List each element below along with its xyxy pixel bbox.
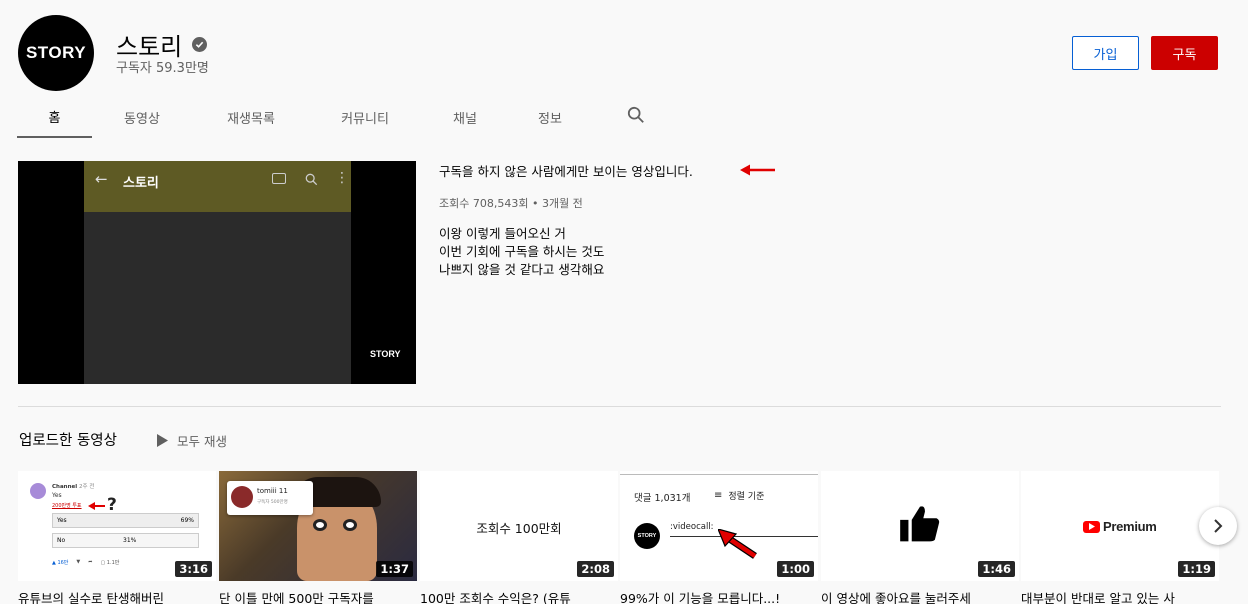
video-title[interactable]: 100만 조회수 수익은? (유튜 bbox=[420, 588, 618, 604]
thumb-text: 조회수 100만회 bbox=[476, 521, 562, 536]
video-thumbnail[interactable]: 조회수 100만회 2:08 bbox=[420, 471, 618, 581]
chevron-right-icon bbox=[1214, 519, 1223, 533]
channel-avatar[interactable]: STORY bbox=[18, 15, 94, 91]
featured-thumb-phone: ← 스토리 ⋮ bbox=[84, 161, 351, 384]
video-card[interactable]: 댓글 1,031개 ≡ 정렬 기준 STORY :videocall: 1:00 … bbox=[620, 471, 818, 604]
tab-home[interactable]: 홈 bbox=[17, 96, 92, 138]
play-all-label: 모두 재생 bbox=[177, 434, 227, 449]
video-card[interactable]: 조회수 100만회 2:08 100만 조회수 수익은? (유튜 bbox=[420, 471, 618, 604]
search-icon bbox=[305, 171, 318, 190]
video-card[interactable]: tomiii 11 구독자 500만명 1:37 단 이틀 만에 500만 구독… bbox=[219, 471, 417, 604]
next-arrow-button[interactable] bbox=[1199, 507, 1237, 545]
featured-video-player[interactable]: ← 스토리 ⋮ STORY bbox=[18, 161, 416, 384]
description-line: 이번 기회에 구독을 하시는 것도 bbox=[439, 244, 605, 259]
commenter-avatar: STORY bbox=[634, 523, 660, 549]
video-thumbnail[interactable]: 1:46 bbox=[821, 471, 1019, 581]
video-thumbnail[interactable]: 댓글 1,031개 ≡ 정렬 기준 STORY :videocall: 1:00 bbox=[620, 471, 818, 581]
thumbs-up-icon bbox=[900, 506, 940, 542]
comment-input-text: :videocall: bbox=[670, 522, 714, 532]
video-duration: 2:08 bbox=[577, 561, 614, 577]
comment-count: 댓글 1,031개 bbox=[634, 493, 691, 504]
channel-avatar bbox=[231, 486, 253, 508]
featured-video-description: 이왕 이렇게 들어오신 거 이번 기회에 구독을 하시는 것도 나쁘지 않을 것… bbox=[439, 225, 604, 279]
channel-card: tomiii 11 구독자 500만명 bbox=[227, 481, 313, 515]
description-line: 나쁘지 않을 것 같다고 생각해요 bbox=[439, 262, 605, 277]
avatar-text: STORY bbox=[25, 43, 87, 62]
red-arrow-icon bbox=[88, 502, 105, 510]
video-card[interactable]: 1:46 이 영상에 좋아요를 눌러주세 bbox=[821, 471, 1019, 604]
poll-channel: Channel 2주 전 bbox=[52, 484, 95, 490]
subscribe-button[interactable]: 구독 bbox=[1151, 36, 1218, 70]
red-arrow-icon bbox=[718, 529, 757, 559]
video-title[interactable]: 이 영상에 좋아요를 눌러주세 bbox=[821, 588, 1019, 604]
cast-icon bbox=[272, 173, 286, 184]
video-title[interactable]: 단 이틀 만에 500만 구독자를 bbox=[219, 588, 417, 604]
video-card[interactable]: Premium 1:19 대부분이 반대로 알고 있는 사 bbox=[1021, 471, 1219, 604]
video-duration: 1:37 bbox=[376, 561, 413, 577]
video-thumbnail[interactable]: tomiii 11 구독자 500만명 1:37 bbox=[219, 471, 417, 581]
video-title[interactable]: 대부분이 반대로 알고 있는 사 bbox=[1021, 588, 1219, 604]
channel-tabs: 홈 동영상 재생목록 커뮤니티 채널 정보 bbox=[17, 96, 590, 138]
question-mark-icon: ? bbox=[107, 495, 117, 515]
video-duration: 3:16 bbox=[175, 561, 212, 577]
red-arrow-icon bbox=[740, 164, 775, 176]
channel-search-icon[interactable] bbox=[627, 106, 645, 128]
featured-thumb-title: 스토리 bbox=[123, 176, 159, 191]
featured-video-title[interactable]: 구독을 하지 않은 사람에게만 보이는 영상입니다. bbox=[439, 161, 693, 180]
play-icon bbox=[157, 434, 168, 447]
video-thumbnail[interactable]: Channel 2주 전 Yes 200만명 투표 ? Yes 69% No 3… bbox=[18, 471, 216, 581]
tab-about[interactable]: 정보 bbox=[510, 96, 590, 138]
join-button[interactable]: 가입 bbox=[1072, 36, 1139, 70]
tab-videos[interactable]: 동영상 bbox=[92, 96, 192, 138]
poll-avatar bbox=[30, 483, 46, 499]
sort-control: ≡ 정렬 기준 bbox=[714, 490, 765, 502]
subscriber-count: 구독자 59.3만명 bbox=[116, 61, 209, 76]
more-vert-icon: ⋮ bbox=[335, 170, 349, 186]
description-line: 이왕 이렇게 들어오신 거 bbox=[439, 226, 566, 241]
featured-video-meta: 조회수 708,543회 • 3개월 전 bbox=[439, 197, 583, 210]
channel-header: STORY 스토리 구독자 59.3만명 가입 구독 홈 동영상 재생목록 커뮤… bbox=[0, 0, 1248, 138]
poll-actions: ▲ 16만 ▼ ➦ ▢ 1.1만 bbox=[52, 559, 120, 566]
poll-link: 200만명 투표 bbox=[52, 503, 82, 509]
back-arrow-icon: ← bbox=[95, 170, 108, 188]
youtube-premium-logo: Premium bbox=[1083, 519, 1157, 534]
tab-community[interactable]: 커뮤니티 bbox=[310, 96, 420, 138]
poll-question: Yes bbox=[52, 492, 62, 499]
video-thumbnail[interactable]: Premium 1:19 bbox=[1021, 471, 1219, 581]
poll-option: No 31% bbox=[52, 533, 199, 548]
video-title[interactable]: 유튜브의 실수로 탄생해버린 bbox=[18, 588, 216, 604]
video-duration: 1:19 bbox=[1178, 561, 1215, 577]
video-duration: 1:00 bbox=[777, 561, 814, 577]
tab-channels[interactable]: 채널 bbox=[420, 96, 510, 138]
poll-option: Yes 69% bbox=[52, 513, 199, 528]
video-title[interactable]: 99%가 이 기능을 모릅니다...! bbox=[620, 588, 818, 604]
tab-playlists[interactable]: 재생목록 bbox=[192, 96, 310, 138]
video-card[interactable]: Channel 2주 전 Yes 200만명 투표 ? Yes 69% No 3… bbox=[18, 471, 216, 604]
featured-thumb-watermark: STORY bbox=[370, 349, 401, 359]
play-all-button[interactable]: 모두 재생 bbox=[157, 431, 227, 450]
section-divider bbox=[18, 406, 1221, 407]
uploads-section-title[interactable]: 업로드한 동영상 bbox=[19, 429, 117, 450]
youtube-play-icon bbox=[1083, 520, 1100, 533]
featured-thumb-appbar: ← 스토리 ⋮ bbox=[84, 161, 351, 212]
verified-icon bbox=[192, 37, 208, 52]
video-duration: 1:46 bbox=[978, 561, 1015, 577]
